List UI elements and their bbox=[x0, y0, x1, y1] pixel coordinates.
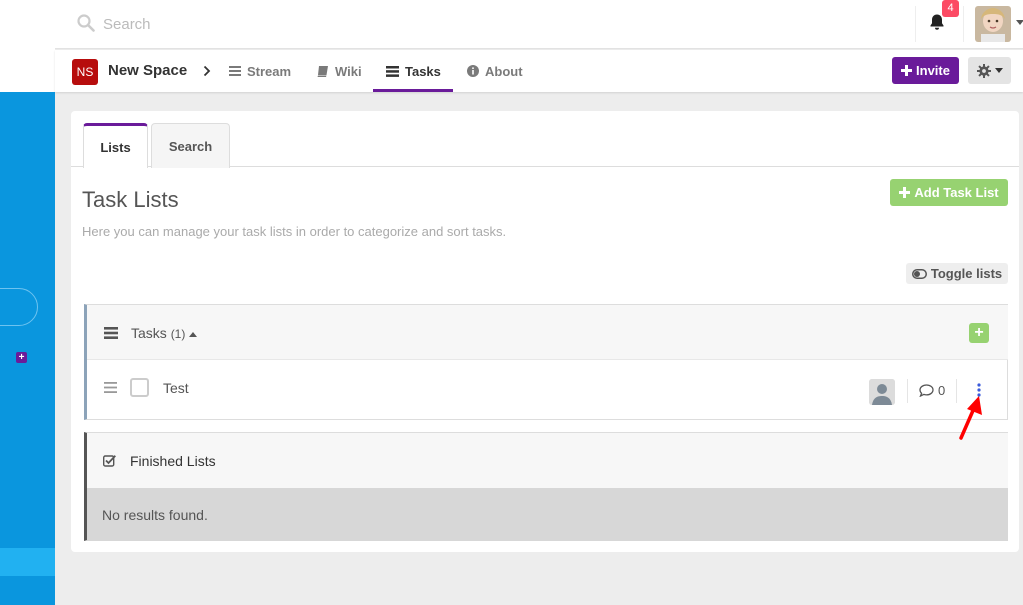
user-icon bbox=[869, 379, 895, 405]
tasks-icon bbox=[104, 327, 118, 339]
book-icon bbox=[317, 65, 328, 77]
divider bbox=[963, 6, 964, 42]
toggle-lists-button[interactable]: Toggle lists bbox=[906, 263, 1008, 284]
tab-lists-label: Lists bbox=[100, 139, 131, 155]
nav-wiki[interactable]: Wiki bbox=[317, 50, 362, 92]
task-row[interactable]: Test 0 bbox=[87, 361, 1008, 419]
assignee-avatar[interactable] bbox=[869, 379, 895, 405]
finished-lists-header[interactable]: Finished Lists bbox=[87, 433, 1008, 488]
sidebar-header bbox=[0, 0, 55, 92]
finished-lists-title: Finished Lists bbox=[130, 453, 216, 469]
nav-tasks-label: Tasks bbox=[405, 63, 441, 79]
settings-dropdown-button[interactable] bbox=[968, 57, 1011, 84]
nav-wiki-label: Wiki bbox=[335, 63, 362, 79]
tab-search-label: Search bbox=[168, 138, 213, 154]
invite-label: Invite bbox=[916, 63, 950, 78]
invite-button[interactable]: Invite bbox=[892, 57, 959, 84]
task-title[interactable]: Test bbox=[163, 380, 189, 396]
chevron-down-icon bbox=[994, 68, 1003, 73]
nav-stream-label: Stream bbox=[247, 63, 292, 79]
task-list-title[interactable]: Tasks (1) bbox=[131, 325, 198, 341]
plus-icon bbox=[901, 65, 913, 76]
divider bbox=[915, 6, 916, 42]
page-description: Here you can manage your task lists in o… bbox=[82, 224, 507, 239]
divider bbox=[907, 379, 908, 403]
info-icon bbox=[467, 65, 479, 77]
page-title: Task Lists bbox=[82, 187, 179, 212]
task-checkbox[interactable] bbox=[130, 378, 149, 397]
comment-icon bbox=[919, 384, 934, 397]
empty-state-text: No results found. bbox=[102, 507, 208, 523]
task-count: (1) bbox=[170, 327, 186, 341]
avatar[interactable] bbox=[975, 6, 1011, 42]
plus-icon bbox=[899, 187, 911, 198]
drag-handle-icon[interactable] bbox=[104, 382, 117, 393]
main-panel: Lists Search Task Lists Here you can man… bbox=[71, 111, 1019, 552]
space-name[interactable]: New Space bbox=[108, 62, 187, 79]
nav-tasks[interactable]: Tasks bbox=[373, 50, 453, 92]
add-space-icon[interactable]: + bbox=[16, 352, 27, 363]
tab-lists[interactable]: Lists bbox=[83, 123, 148, 168]
chevron-down-icon[interactable] bbox=[1016, 20, 1023, 25]
finished-lists: Finished Lists No results found. bbox=[84, 432, 1008, 541]
search-icon bbox=[77, 14, 95, 32]
empty-state: No results found. bbox=[87, 488, 1008, 541]
task-list-header[interactable]: Tasks (1) + bbox=[87, 305, 1008, 360]
sidebar: + bbox=[0, 92, 55, 605]
space-navigation: NS New Space Stream Wiki Tasks About Inv… bbox=[55, 50, 1023, 92]
top-navigation-bar: 4 bbox=[55, 0, 1023, 49]
add-task-button[interactable]: + bbox=[969, 323, 989, 343]
search-input[interactable] bbox=[103, 12, 503, 36]
annotation-arrow-icon bbox=[959, 396, 982, 440]
task-list: Tasks (1) + Test 0 bbox=[84, 304, 1008, 420]
toggle-icon bbox=[911, 268, 927, 279]
sidebar-active-item[interactable] bbox=[0, 548, 55, 576]
tasks-icon bbox=[386, 65, 399, 77]
tab-bar: Lists Search bbox=[71, 111, 1019, 168]
nav-about-label: About bbox=[485, 63, 523, 79]
chevron-right-icon[interactable] bbox=[203, 65, 211, 77]
sidebar-space-item[interactable] bbox=[0, 288, 38, 326]
add-task-list-label: Add Task List bbox=[914, 185, 999, 200]
check-square-icon bbox=[103, 455, 116, 467]
comments-count[interactable]: 0 bbox=[919, 383, 945, 398]
caret-up-icon[interactable] bbox=[189, 331, 198, 337]
toggle-lists-label: Toggle lists bbox=[930, 266, 1003, 281]
notification-badge: 4 bbox=[942, 0, 959, 17]
comments-count-label: 0 bbox=[938, 383, 946, 398]
nav-about[interactable]: About bbox=[467, 50, 523, 92]
bars-icon bbox=[229, 66, 241, 76]
task-list-name: Tasks bbox=[131, 325, 167, 341]
gear-icon bbox=[976, 63, 991, 78]
tab-search[interactable]: Search bbox=[151, 123, 230, 168]
nav-stream[interactable]: Stream bbox=[229, 50, 291, 92]
add-task-list-button[interactable]: Add Task List bbox=[890, 179, 1008, 206]
space-badge[interactable]: NS bbox=[72, 59, 98, 85]
